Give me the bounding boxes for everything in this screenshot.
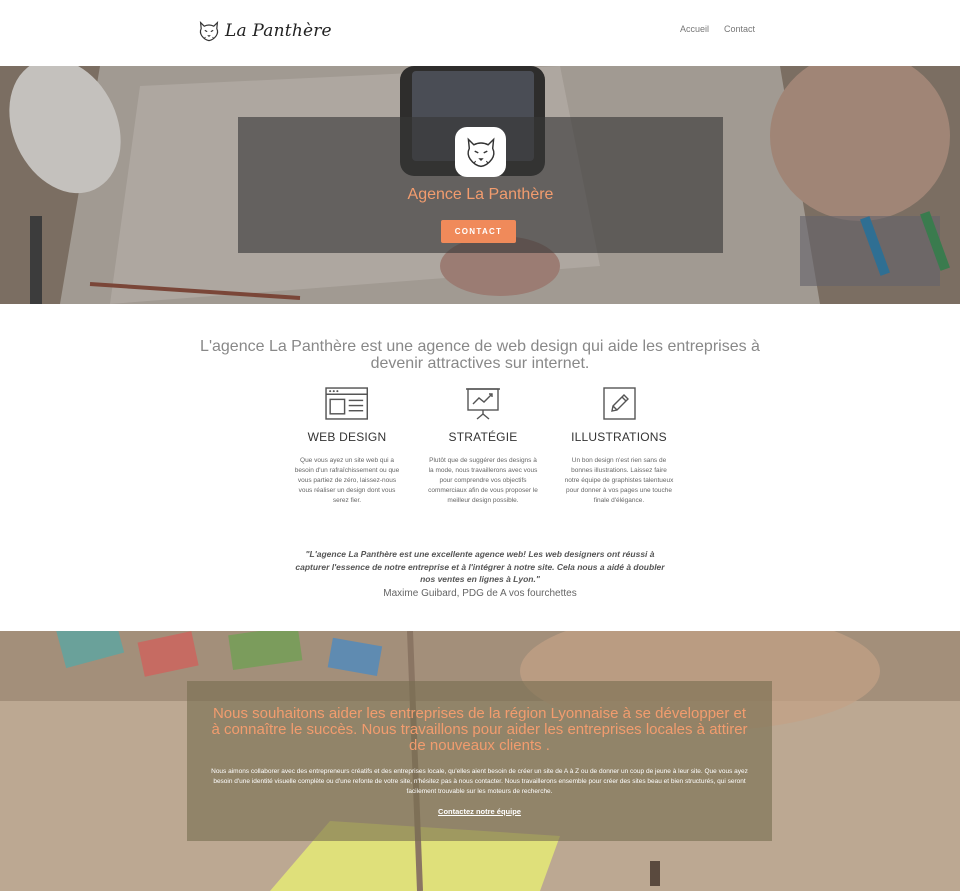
cta-overlay-box: Nous souhaitons aider les entreprises de…	[187, 681, 772, 841]
service-title: WEB DESIGN	[307, 430, 387, 444]
service-title: STRATÉGIE	[448, 430, 518, 444]
pencil-icon	[602, 387, 636, 420]
service-title: ILLUSTRATIONS	[571, 430, 667, 444]
panther-head-icon	[466, 137, 495, 168]
brand-name: La Panthère	[225, 21, 332, 41]
contact-button[interactable]: CONTACT	[441, 220, 516, 243]
intro-text: L'agence La Panthère est une agence de w…	[200, 338, 760, 372]
testimonial-quote: "L'agence La Panthère est une excellente…	[295, 549, 665, 584]
service-strategie: STRATÉGIE Plutôt que de suggérer des des…	[423, 387, 543, 506]
nav-link-contact[interactable]: Contact	[724, 24, 755, 34]
service-description: Plutôt que de suggérer des designs à la …	[428, 457, 538, 504]
browser-window-icon	[325, 387, 369, 420]
panther-head-icon	[199, 20, 219, 42]
hero-overlay-box: Agence La Panthère CONTACT	[238, 117, 723, 253]
hero-title: Agence La Panthère	[407, 186, 554, 203]
testimonial-author: Maxime Guibard, PDG de A vos fourchettes	[383, 588, 577, 599]
service-illustrations: ILLUSTRATIONS Un bon design n'est rien s…	[559, 387, 679, 506]
site-header: La Panthère Accueil Contact	[0, 0, 960, 66]
cta-section: Nous souhaitons aider les entreprises de…	[0, 631, 960, 891]
main-nav: Accueil Contact	[680, 24, 755, 34]
nav-link-accueil[interactable]: Accueil	[680, 24, 709, 34]
service-description: Que vous ayez un site web qui a besoin d…	[294, 457, 400, 504]
hero-logo-badge	[455, 127, 506, 177]
cta-title: Nous souhaitons aider les entreprises de…	[211, 705, 748, 754]
service-web-design: WEB DESIGN Que vous ayez un site web qui…	[287, 387, 407, 506]
presentation-chart-icon	[466, 388, 500, 420]
brand-logo[interactable]: La Panthère	[197, 19, 332, 43]
services-row: WEB DESIGN Que vous ayez un site web qui…	[287, 387, 679, 506]
service-description: Un bon design n'est rien sans de bonnes …	[564, 457, 674, 504]
contact-team-link[interactable]: Contactez notre équipe	[187, 807, 772, 816]
cta-text: Nous aimons collaborer avec des entrepre…	[211, 768, 748, 795]
hero-section: Agence La Panthère CONTACT	[0, 66, 960, 304]
